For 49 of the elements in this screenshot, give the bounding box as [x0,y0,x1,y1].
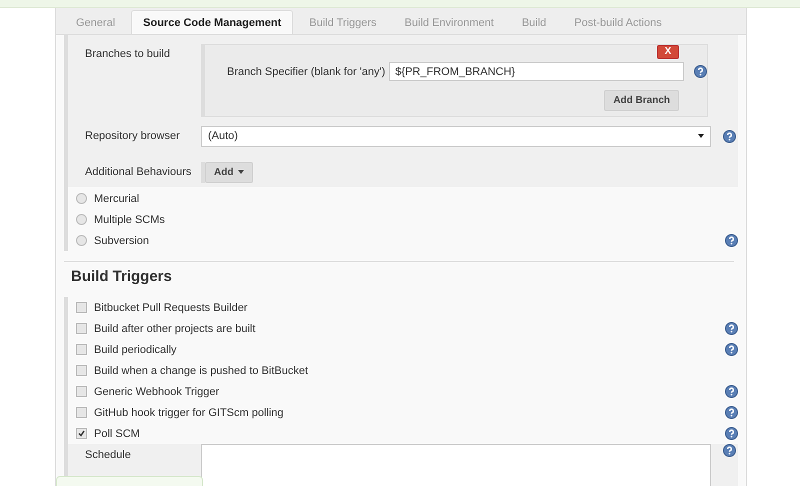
option-label: Bitbucket Pull Requests Builder [94,302,248,314]
checkbox[interactable] [76,344,87,355]
checkbox[interactable] [76,407,87,418]
tab[interactable]: Build [510,10,558,34]
help-icon[interactable] [725,385,738,398]
branch-specifier-input[interactable]: ${PR_FROM_BRANCH} [389,62,684,81]
help-icon[interactable] [725,406,738,419]
repository-browser-select[interactable]: (Auto) [201,126,711,146]
option-label: Poll SCM [94,428,141,440]
tab[interactable]: Build Environment [392,10,506,34]
field-label: Branch Specifier (blank for 'any') [227,66,386,78]
help-icon[interactable] [725,343,738,356]
option-label: Subversion [94,234,150,246]
checkbox[interactable] [76,386,87,397]
radio-button[interactable] [76,193,87,204]
help-icon[interactable] [725,427,738,440]
checkbox[interactable] [76,365,87,376]
option-label: Build periodically [94,344,178,356]
dropdown-caret-icon [698,134,704,138]
schedule-input[interactable] [201,444,711,486]
option-label: Build after other projects are built [94,322,256,334]
help-icon[interactable] [694,65,707,78]
field-label: Branches to build [84,47,171,60]
help-icon[interactable] [725,322,738,335]
add-branch-button[interactable]: Add Branch [604,90,679,111]
section-heading: Build Triggers [71,268,173,285]
caret-icon [238,170,244,174]
help-icon[interactable] [725,234,738,247]
option-label: Build when a change is pushed to BitBucket [94,364,310,376]
option-label: GitHub hook trigger for GITScm polling [94,406,285,418]
tab[interactable]: Post-build Actions [562,10,674,34]
option-label: Generic Webhook Trigger [94,386,220,398]
field-label: Additional Behaviours [84,166,192,178]
option-label: Multiple SCMs [94,214,166,226]
delete-button[interactable]: X [657,45,679,59]
tab[interactable]: General [64,10,128,34]
tab[interactable]: Build Triggers [297,10,389,34]
checkbox[interactable] [76,323,87,334]
tab[interactable]: Source Code Management [131,10,294,34]
help-icon[interactable] [723,130,736,142]
help-icon[interactable] [723,444,736,457]
add-button[interactable]: Add [205,162,254,182]
radio-button[interactable] [76,235,87,246]
checkbox[interactable] [76,428,87,439]
field-label: Repository browser [84,130,181,142]
option-label: Mercurial [94,192,140,204]
radio-button[interactable] [76,214,87,225]
field-label: Schedule [84,448,132,461]
checkbox[interactable] [76,302,87,313]
